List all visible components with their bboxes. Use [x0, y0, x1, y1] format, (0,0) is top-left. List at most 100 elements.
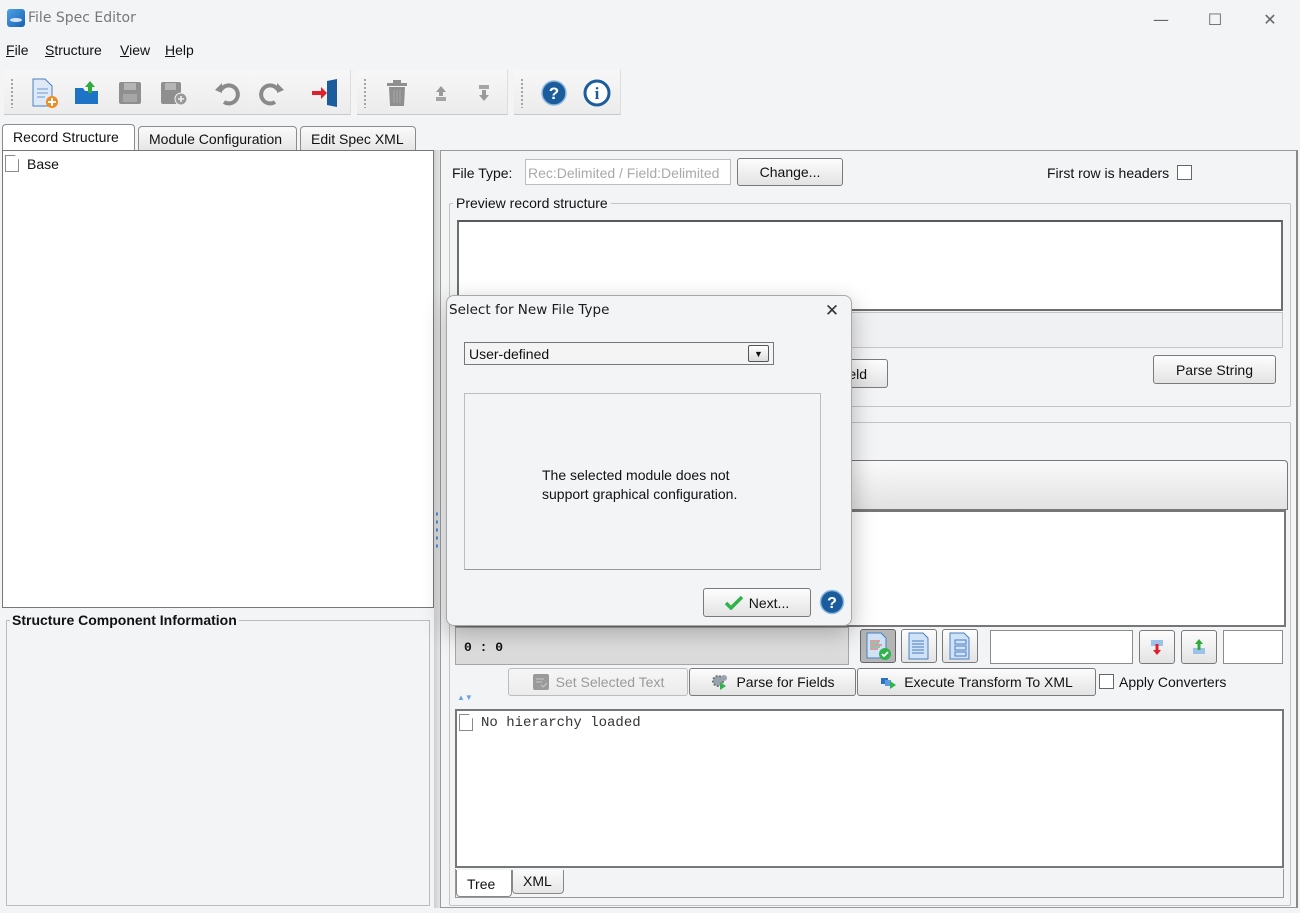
- redo-icon: [259, 83, 284, 106]
- tree-item-base[interactable]: Base: [5, 155, 59, 172]
- set-selected-text-label: Set Selected Text: [555, 674, 665, 690]
- execute-transform-button[interactable]: Execute Transform To XML: [857, 668, 1096, 696]
- apply-converters-checkbox[interactable]: [1099, 674, 1114, 689]
- find-next-button[interactable]: [1139, 630, 1175, 664]
- execute-transform-label: Execute Transform To XML: [904, 674, 1073, 690]
- save-button[interactable]: [112, 75, 148, 111]
- close-window-button[interactable]: ✕: [1248, 4, 1292, 34]
- new-file-type-dialog: Select for New File Type ✕ User-defined …: [446, 295, 852, 626]
- toolbar-grip[interactable]: [520, 78, 524, 108]
- set-text-icon: [532, 674, 549, 690]
- svg-text:?: ?: [827, 595, 837, 612]
- hierarchy-empty-text: No hierarchy loaded: [481, 714, 641, 731]
- parse-string-button[interactable]: Parse String: [1153, 355, 1276, 384]
- menu-help-label: elp: [175, 42, 194, 58]
- undo-button[interactable]: [210, 75, 246, 111]
- new-spec-button[interactable]: [26, 75, 62, 111]
- redo-button[interactable]: [253, 75, 289, 111]
- view-text-button[interactable]: [901, 629, 937, 663]
- chevron-down-icon[interactable]: ▼: [748, 345, 769, 362]
- trash-icon: [387, 80, 407, 106]
- close-icon: ✕: [824, 301, 840, 321]
- search-field[interactable]: [990, 630, 1133, 664]
- tab-record-structure[interactable]: Record Structure: [2, 124, 135, 150]
- help-icon: ?: [541, 80, 567, 106]
- document-icon: [5, 155, 19, 172]
- file-type-select-value: User-defined: [469, 346, 550, 362]
- menu-structure-mnemonic: S: [45, 42, 55, 58]
- toolbar-file-group: [4, 70, 351, 115]
- module-config-message: The selected module does not support gra…: [542, 466, 737, 504]
- menu-view-mnemonic: V: [120, 42, 130, 58]
- hierarchy-tree-view[interactable]: No hierarchy loaded: [455, 709, 1284, 868]
- record-structure-tree[interactable]: Base: [2, 150, 434, 608]
- dialog-close-button[interactable]: ✕: [817, 298, 847, 324]
- toolbar-help-group: ? i: [514, 70, 621, 115]
- new-document-icon: [32, 78, 58, 108]
- arrow-down-red-icon: [1151, 640, 1163, 655]
- view-structure-button[interactable]: [942, 629, 978, 663]
- help-button[interactable]: ?: [536, 75, 572, 111]
- move-down-button[interactable]: [466, 75, 502, 111]
- view-validated-button[interactable]: [860, 629, 896, 663]
- menu-file-label: ile: [14, 42, 29, 58]
- app-logo-icon: [7, 9, 25, 27]
- menu-structure-label: tructure: [54, 42, 102, 58]
- maximize-icon: ☐: [1207, 9, 1223, 29]
- module-config-area: The selected module does not support gra…: [464, 393, 821, 570]
- first-row-headers-label: First row is headers: [1047, 165, 1170, 181]
- structure-info-title: Structure Component Information: [10, 612, 239, 628]
- menu-help-mnemonic: H: [165, 42, 176, 58]
- undo-icon: [215, 83, 240, 106]
- checkmark-icon: [724, 595, 743, 610]
- main-tabs: Record Structure Module Configuration Ed…: [0, 124, 450, 150]
- menu-structure[interactable]: Structure: [45, 42, 102, 58]
- maximize-button[interactable]: ☐: [1193, 4, 1237, 34]
- find-previous-button[interactable]: [1181, 630, 1217, 664]
- file-type-label: File Type:: [452, 165, 513, 181]
- occurrence-field[interactable]: [1223, 630, 1283, 664]
- menu-view[interactable]: View: [120, 42, 150, 58]
- toolbar-grip[interactable]: [363, 78, 367, 108]
- set-selected-text-button[interactable]: Set Selected Text: [508, 668, 688, 696]
- toolbar-grip[interactable]: [10, 78, 14, 108]
- save-icon: [119, 82, 141, 104]
- transform-play-icon: [881, 678, 897, 689]
- title-bar: File Spec Editor — ☐ ✕: [0, 0, 1300, 38]
- open-button[interactable]: [69, 75, 105, 111]
- next-button[interactable]: Next...: [703, 588, 811, 617]
- bottom-tab-strip: [455, 869, 1284, 898]
- exit-door-icon: [312, 79, 337, 107]
- file-type-field[interactable]: Rec:Delimited / Field:Delimited: [525, 159, 731, 185]
- dialog-help-button[interactable]: ?: [819, 589, 845, 615]
- menu-file-mnemonic: F: [6, 42, 15, 58]
- collapse-arrows-icon[interactable]: ▲▼: [457, 693, 473, 702]
- change-file-type-button[interactable]: Change...: [737, 158, 843, 186]
- menu-help[interactable]: Help: [165, 42, 194, 58]
- menu-file[interactable]: File: [6, 42, 29, 58]
- arrow-up-icon: [436, 86, 446, 101]
- info-icon: i: [583, 79, 611, 107]
- exit-button[interactable]: [308, 75, 344, 111]
- window-title: File Spec Editor: [28, 10, 136, 26]
- parse-for-fields-button[interactable]: Parse for Fields: [689, 668, 856, 696]
- file-type-select[interactable]: User-defined ▼: [464, 342, 774, 365]
- validated-document-icon: [866, 632, 891, 660]
- tab-xml[interactable]: XML: [512, 870, 564, 894]
- save-as-icon: [161, 82, 188, 106]
- splitter-grip-icon[interactable]: [435, 510, 439, 550]
- tab-tree[interactable]: Tree: [456, 870, 512, 897]
- first-row-headers-checkbox[interactable]: [1177, 165, 1192, 180]
- dialog-title: Select for New File Type: [449, 302, 610, 318]
- save-as-button[interactable]: [155, 75, 191, 111]
- move-up-button[interactable]: [423, 75, 459, 111]
- about-button[interactable]: i: [579, 75, 615, 111]
- minimize-button[interactable]: —: [1139, 4, 1183, 34]
- menu-view-label: iew: [129, 42, 151, 58]
- hierarchy-empty-item: No hierarchy loaded: [459, 714, 641, 731]
- position-readout: 0 : 0: [464, 640, 504, 655]
- delete-button[interactable]: [379, 75, 415, 111]
- tab-module-configuration[interactable]: Module Configuration: [138, 126, 297, 150]
- tab-edit-spec-xml[interactable]: Edit Spec XML: [300, 126, 416, 150]
- next-button-label: Next...: [748, 594, 790, 611]
